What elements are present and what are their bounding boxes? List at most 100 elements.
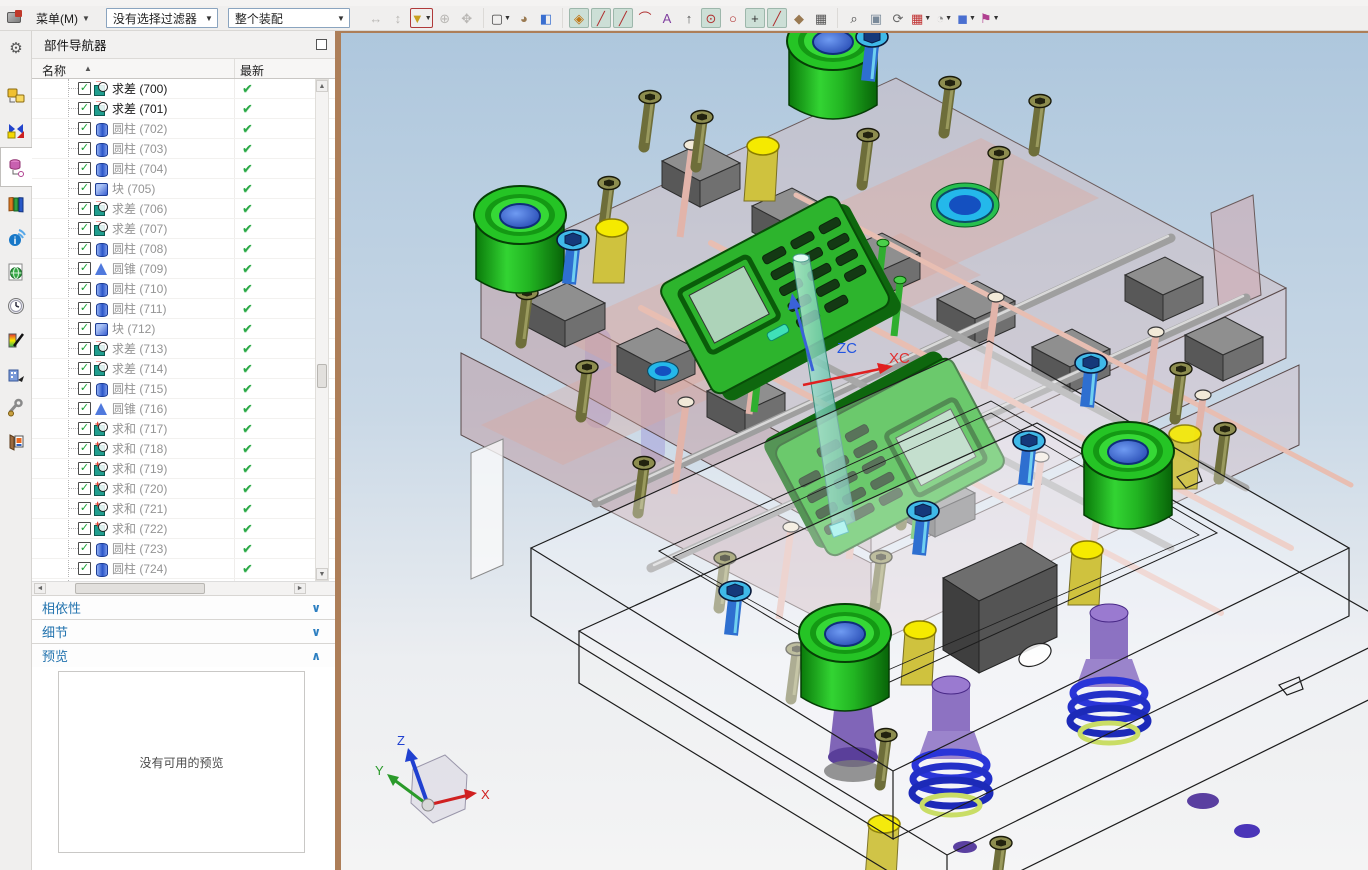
feature-label[interactable]: 求差 (713) bbox=[112, 340, 167, 357]
feature-row[interactable]: ✓ ¯ 求差 (713) ✔ bbox=[32, 339, 335, 359]
feature-row[interactable]: ✓ ¯ 求差 (707) ✔ bbox=[32, 219, 335, 239]
column-latest[interactable]: 最新 bbox=[240, 62, 264, 79]
feature-checkbox[interactable]: ✓ bbox=[78, 322, 91, 335]
manufacturing-wizard-icon[interactable] bbox=[0, 357, 32, 391]
feature-row[interactable]: ✓ 圆柱 (723) ✔ bbox=[32, 539, 335, 559]
feature-label[interactable]: 圆柱 (708) bbox=[112, 240, 167, 257]
feature-label[interactable]: 圆柱 (710) bbox=[112, 280, 167, 297]
feature-checkbox[interactable]: ✓ bbox=[78, 402, 91, 415]
machining-tools-icon[interactable] bbox=[0, 391, 32, 425]
feature-row[interactable]: ✓ 圆锥 (716) ✔ bbox=[32, 399, 335, 419]
feature-label[interactable]: 圆柱 (723) bbox=[112, 540, 167, 557]
feature-row[interactable]: ✓ 圆柱 (724) ✔ bbox=[32, 559, 335, 579]
feature-label[interactable]: 圆柱 (702) bbox=[112, 120, 167, 137]
feature-row[interactable]: ✓ 圆柱 (708) ✔ bbox=[32, 239, 335, 259]
snap-control-point-icon[interactable]: ⌒ bbox=[635, 8, 655, 28]
snap-quadrant-icon[interactable]: ↑ bbox=[679, 8, 699, 28]
chevron-down-icon[interactable]: ▼ bbox=[504, 15, 511, 22]
snap-circle-icon[interactable]: ○ bbox=[723, 8, 743, 28]
chevron-down-icon[interactable]: ▼ bbox=[425, 15, 432, 22]
feature-label[interactable]: 圆柱 (703) bbox=[112, 140, 167, 157]
chevron-down-icon[interactable]: ▼ bbox=[945, 15, 952, 22]
refresh-icon[interactable]: ⟳ bbox=[888, 8, 908, 28]
feature-row[interactable]: ✓ + 求和 (717) ✔ bbox=[32, 419, 335, 439]
scrollbar-thumb[interactable] bbox=[317, 364, 327, 388]
chevron-down-icon[interactable]: ▼ bbox=[969, 15, 976, 22]
feature-label[interactable]: 求和 (719) bbox=[112, 460, 167, 477]
scroll-right-icon[interactable]: ► bbox=[294, 583, 306, 594]
feature-row[interactable]: ✓ 块 (705) ✔ bbox=[32, 179, 335, 199]
feature-label[interactable]: 圆柱 (715) bbox=[112, 380, 167, 397]
feature-row[interactable]: ✓ 圆柱 (704) ✔ bbox=[32, 159, 335, 179]
feature-row[interactable]: ✓ ¯ 求差 (701) ✔ bbox=[32, 99, 335, 119]
section-dependencies[interactable]: 相依性 ∨ bbox=[32, 595, 335, 619]
snap-grid-point-icon[interactable]: ▦ bbox=[811, 8, 831, 28]
feature-checkbox[interactable]: ✓ bbox=[78, 182, 91, 195]
constraint-navigator-icon[interactable] bbox=[0, 113, 32, 147]
feature-label[interactable]: 块 (705) bbox=[112, 180, 155, 197]
tree-vertical-scrollbar[interactable]: ▲ ▼ bbox=[315, 79, 329, 581]
scroll-down-icon[interactable]: ▼ bbox=[316, 568, 328, 580]
feature-row[interactable]: ✓ + 求和 (722) ✔ bbox=[32, 519, 335, 539]
feature-checkbox[interactable]: ✓ bbox=[78, 262, 91, 275]
feature-checkbox[interactable]: ✓ bbox=[78, 502, 91, 515]
chevron-down-icon[interactable]: ∨ bbox=[311, 601, 321, 615]
feature-checkbox[interactable]: ✓ bbox=[78, 542, 91, 555]
feature-row[interactable]: ✓ + 求和 (719) ✔ bbox=[32, 459, 335, 479]
feature-checkbox[interactable]: ✓ bbox=[78, 142, 91, 155]
snap-midpoint-icon[interactable]: ╱ bbox=[612, 8, 633, 28]
feature-label[interactable]: 圆柱 (704) bbox=[112, 160, 167, 177]
selection-rectangle-icon[interactable]: ▢ ▼ bbox=[490, 8, 512, 28]
tree-horizontal-scrollbar[interactable]: ◄ ► bbox=[32, 581, 335, 595]
robot-hand-icon[interactable]: ✥ bbox=[457, 8, 477, 28]
feature-row[interactable]: ✓ + 求和 (718) ✔ bbox=[32, 439, 335, 459]
feature-row[interactable]: ✓ ¯ 求差 (700) ✔ bbox=[32, 79, 335, 99]
snap-point-on-face-icon[interactable]: ◆ bbox=[789, 8, 809, 28]
snap-intersection-icon[interactable]: + bbox=[744, 8, 765, 28]
selection-filter-combo[interactable]: 没有选择过滤器 ▼ bbox=[105, 8, 218, 28]
roles-gear-icon[interactable]: ⚙ bbox=[0, 31, 32, 65]
feature-label[interactable]: 求差 (701) bbox=[112, 100, 167, 117]
feature-checkbox[interactable]: ✓ bbox=[78, 342, 91, 355]
feature-label[interactable]: 求差 (706) bbox=[112, 200, 167, 217]
feature-label[interactable]: 求和 (720) bbox=[112, 480, 167, 497]
find-in-window-icon[interactable]: ⌕ bbox=[844, 8, 864, 28]
feature-checkbox[interactable]: ✓ bbox=[78, 82, 91, 95]
feature-label[interactable]: 求差 (707) bbox=[112, 220, 167, 237]
feature-label[interactable]: 求和 (717) bbox=[112, 420, 167, 437]
snap-point-on-curve-icon[interactable]: ╱ bbox=[766, 8, 787, 28]
part-navigator-icon[interactable] bbox=[0, 147, 32, 187]
feature-label[interactable]: 圆锥 (709) bbox=[112, 260, 167, 277]
feature-checkbox[interactable]: ✓ bbox=[78, 562, 91, 575]
chevron-down-icon[interactable]: ∨ bbox=[311, 625, 321, 639]
capture-image-icon[interactable]: ▣ bbox=[866, 8, 886, 28]
scroll-up-icon[interactable]: ▲ bbox=[316, 80, 328, 92]
feature-label[interactable]: 求和 (718) bbox=[112, 440, 167, 457]
feature-row[interactable]: ✓ 圆锥 (709) ✔ bbox=[32, 259, 335, 279]
suppress-filter-icon[interactable]: ↕ bbox=[388, 8, 408, 28]
window-layout-icon[interactable]: ▦ ▼ bbox=[910, 8, 932, 28]
scroll-left-icon[interactable]: ◄ bbox=[34, 583, 46, 594]
shaded-display-icon[interactable]: ◕ bbox=[514, 8, 534, 28]
feature-label[interactable]: 求差 (714) bbox=[112, 360, 167, 377]
feature-label[interactable]: 求差 (700) bbox=[112, 80, 167, 97]
feature-checkbox[interactable]: ✓ bbox=[78, 282, 91, 295]
view-orient-cube-icon[interactable]: ◼ ▼ bbox=[956, 8, 977, 28]
mold-assembly-model[interactable]: ZC XC X Y Z bbox=[341, 33, 1368, 870]
section-preview[interactable]: 预览 ∧ bbox=[32, 643, 335, 667]
work-section-icon[interactable]: ◧ bbox=[536, 8, 556, 28]
feature-label[interactable]: 块 (712) bbox=[112, 320, 155, 337]
feature-checkbox[interactable]: ✓ bbox=[78, 362, 91, 375]
column-name[interactable]: 名称 bbox=[42, 62, 66, 79]
feature-checkbox[interactable]: ✓ bbox=[78, 522, 91, 535]
chevron-up-icon[interactable]: ∧ bbox=[311, 649, 321, 663]
chevron-down-icon[interactable]: ▼ bbox=[993, 15, 1000, 22]
feature-checkbox[interactable]: ✓ bbox=[78, 382, 91, 395]
float-panel-icon[interactable] bbox=[316, 39, 327, 50]
feature-label[interactable]: 圆锥 (716) bbox=[112, 400, 167, 417]
feature-checkbox[interactable]: ✓ bbox=[78, 162, 91, 175]
feature-row[interactable]: ✓ ¯ 求差 (706) ✔ bbox=[32, 199, 335, 219]
feature-row[interactable]: ✓ 圆柱 (702) ✔ bbox=[32, 119, 335, 139]
menu-button[interactable]: 菜单(M) ▼ bbox=[30, 8, 96, 29]
snap-endpoint-icon[interactable]: ╱ bbox=[590, 8, 611, 28]
